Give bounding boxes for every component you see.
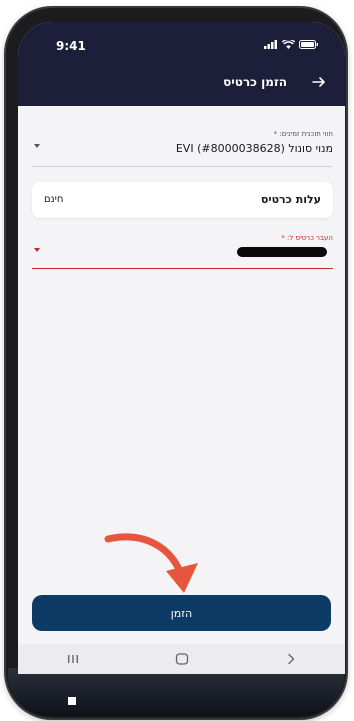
app-screen: 9:41 הזמן כרטיס חווי תוכנית זמינים: * מנ…: [18, 22, 345, 674]
program-label: חווי תוכנית זמינים: *: [273, 130, 333, 138]
dropdown-arrow-icon: [34, 248, 40, 252]
annotation-arrow-icon: [104, 533, 198, 593]
ticket-cost-card: עלות כרטיס חינם: [32, 182, 333, 218]
home-button[interactable]: [162, 647, 202, 671]
cost-label: עלות כרטיס: [260, 193, 321, 206]
stage: 9:41 הזמן כרטיס חווי תוכנית זמינים: * מנ…: [0, 0, 354, 721]
wifi-icon: [282, 40, 295, 49]
program-select[interactable]: חווי תוכנית זמינים: * מנוי סונול (#80000…: [32, 130, 333, 167]
home-icon: [175, 653, 188, 665]
app-header: 9:41 הזמן כרטיס: [18, 22, 345, 106]
page-title: הזמן כרטיס: [223, 75, 287, 89]
battery-icon: [299, 40, 318, 49]
program-value: מנוי סונול (#8000038628) EVI: [175, 142, 333, 155]
dropdown-arrow-icon: [34, 144, 40, 148]
status-time: 9:41: [56, 39, 86, 53]
order-button[interactable]: הזמן: [32, 595, 331, 631]
recents-button[interactable]: [53, 647, 93, 671]
redacted-value: [237, 247, 327, 257]
transfer-label: העבר כרטיס ל: *: [281, 234, 333, 242]
bezel-square-icon: [68, 697, 76, 705]
phone-bottom-bezel: [8, 668, 344, 716]
cost-value: חינם: [44, 194, 64, 205]
signal-icon: [264, 40, 277, 49]
status-icons: [264, 40, 319, 49]
android-nav-bar: [18, 644, 345, 674]
recents-icon: [67, 655, 78, 663]
transfer-select[interactable]: העבר כרטיס ל: *: [32, 234, 333, 269]
chevron-right-icon: [287, 653, 294, 665]
back-button[interactable]: [271, 647, 311, 671]
arrow-right-icon[interactable]: [311, 74, 327, 90]
